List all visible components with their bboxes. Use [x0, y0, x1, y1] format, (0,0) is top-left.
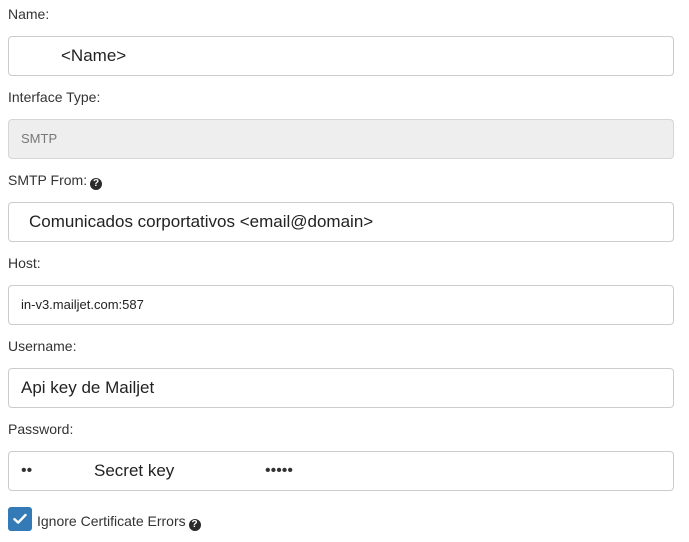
ignore-cert-label[interactable]: Ignore Certificate Errors	[37, 513, 186, 529]
username-label: Username:	[8, 338, 77, 354]
name-label: Name:	[8, 6, 50, 22]
question-circle-icon[interactable]: ?	[90, 178, 103, 190]
interface-type-label: Interface Type:	[8, 89, 101, 105]
password-mask-right: •••••	[265, 462, 294, 479]
username-input[interactable]: Api key de Mailjet	[8, 368, 674, 408]
host-value: in-v3.mailjet.com:587	[21, 297, 144, 312]
name-input[interactable]: <Name>	[8, 36, 674, 76]
smtp-from-label-row: SMTP From:?	[8, 172, 103, 190]
smtp-from-value: Comunicados corportativos <email@domain>	[29, 212, 374, 231]
host-input[interactable]: in-v3.mailjet.com:587	[8, 285, 674, 325]
password-value: Secret key	[94, 461, 175, 480]
check-icon	[13, 513, 27, 524]
interface-type-field: SMTP	[8, 119, 674, 159]
question-circle-icon[interactable]: ?	[188, 519, 201, 531]
smtp-from-label: SMTP From:	[8, 172, 88, 188]
password-label: Password:	[8, 421, 74, 437]
smtp-from-input[interactable]: Comunicados corportativos <email@domain>	[8, 202, 674, 242]
name-input-value: <Name>	[61, 46, 127, 65]
ignore-cert-label-row: Ignore Certificate Errors?	[37, 513, 201, 531]
password-mask-left: ••	[21, 462, 33, 479]
interface-type-value: SMTP	[21, 131, 58, 146]
username-value: Api key de Mailjet	[21, 378, 155, 397]
host-label: Host:	[8, 255, 41, 271]
password-input[interactable]: •• Secret key •••••	[8, 451, 674, 491]
ignore-cert-checkbox[interactable]	[8, 507, 32, 531]
